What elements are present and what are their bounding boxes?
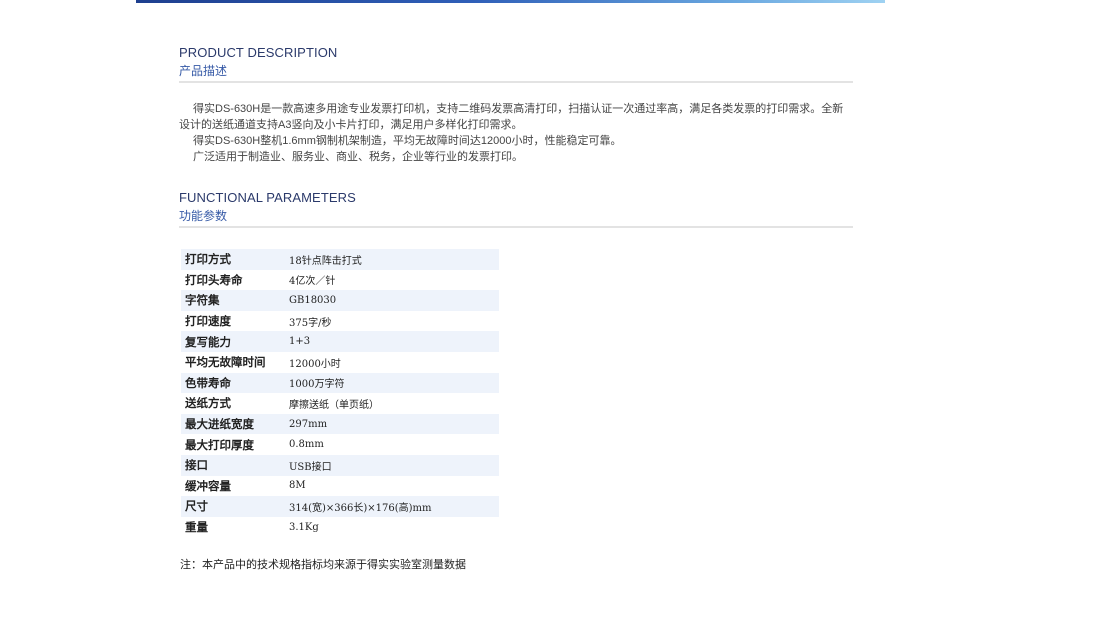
param-value: 1000万字符 [285,372,499,394]
param-value: 375字/秒 [289,317,332,329]
param-value: 314(宽)×366长)×176(高)mm [285,496,499,517]
description-paragraph: 广泛适用于制造业、服务业、商业、税务，企业等行业的发票打印。 [193,151,523,163]
functional-parameters-title-en: FUNCTIONAL PARAMETERS [179,190,356,205]
param-value: 3.1Kg [289,521,319,533]
param-key: 打印方式 [181,249,285,270]
parameters-table: 打印方式 18针点阵击打式 打印头寿命 4亿次／针 字符集 GB18030 打印速度 3… [181,249,499,537]
param-key: 打印头寿命 [185,272,243,287]
spec-footnote: 注：本产品中的技术规格指标均来源于得实实验室测量数据 [180,559,466,571]
product-description-title-en: PRODUCT DESCRIPTION [179,45,338,60]
table-row: 接口 USB接口 [181,454,499,476]
param-value: 1+3 [285,331,499,352]
table-row: 打印方式 18针点阵击打式 [181,249,499,270]
param-key: 接口 [181,454,285,476]
table-row: 尺寸 314(宽)×366长)×176(高)mm [181,496,499,517]
table-row: 缓冲容量 8M [181,476,499,497]
table-row: 重量 3.1Kg [181,517,499,538]
description-paragraph: 得实DS-630H是一款高速多用途专业发票打印机，支持二维码发票高清打印，扫描认… [179,103,844,131]
param-value: 18针点阵击打式 [285,249,499,270]
product-description-title-cn: 产品描述 [179,64,228,78]
param-key: 最大打印厚度 [185,437,254,452]
param-key: 送纸方式 [185,396,231,411]
top-banner [136,0,885,3]
param-key: 打印速度 [185,314,231,329]
param-key: 最大进纸宽度 [181,413,285,435]
functional-parameters-title-cn: 功能参数 [179,209,228,223]
param-value: 4亿次／针 [289,276,336,288]
table-row: 打印头寿命 4亿次／针 [181,270,499,291]
table-row: 送纸方式 摩擦送纸（单页纸） [181,393,499,414]
table-row: 色带寿命 1000万字符 [181,372,499,394]
param-key: 字符集 [181,290,285,311]
param-key: 缓冲容量 [185,478,231,493]
param-key: 平均无故障时间 [185,355,266,370]
param-value: 297mm [285,413,499,435]
table-row: 平均无故障时间 12000小时 [181,352,499,373]
param-value: 0.8mm [289,439,324,451]
param-value: 12000小时 [289,358,341,370]
param-key: 重量 [185,520,208,535]
param-value: 摩擦送纸（单页纸） [289,399,379,411]
table-row: 打印速度 375字/秒 [181,311,499,332]
param-value: GB18030 [285,290,499,311]
param-value: USB接口 [285,454,499,476]
section-divider [179,81,853,83]
table-row: 最大进纸宽度 297mm [181,413,499,435]
description-paragraph: 得实DS-630H整机1.6mm钢制机架制造，平均无故障时间达12000小时，性… [193,135,622,147]
table-row: 最大打印厚度 0.8mm [181,434,499,455]
param-key: 色带寿命 [181,372,285,394]
table-row: 复写能力 1+3 [181,331,499,352]
param-value: 8M [289,480,306,492]
product-description-text: 得实DS-630H是一款高速多用途专业发票打印机，支持二维码发票高清打印，扫描认… [179,101,853,165]
table-row: 字符集 GB18030 [181,290,499,311]
param-key: 尺寸 [181,496,285,517]
param-key: 复写能力 [181,331,285,352]
section-divider [179,226,853,228]
